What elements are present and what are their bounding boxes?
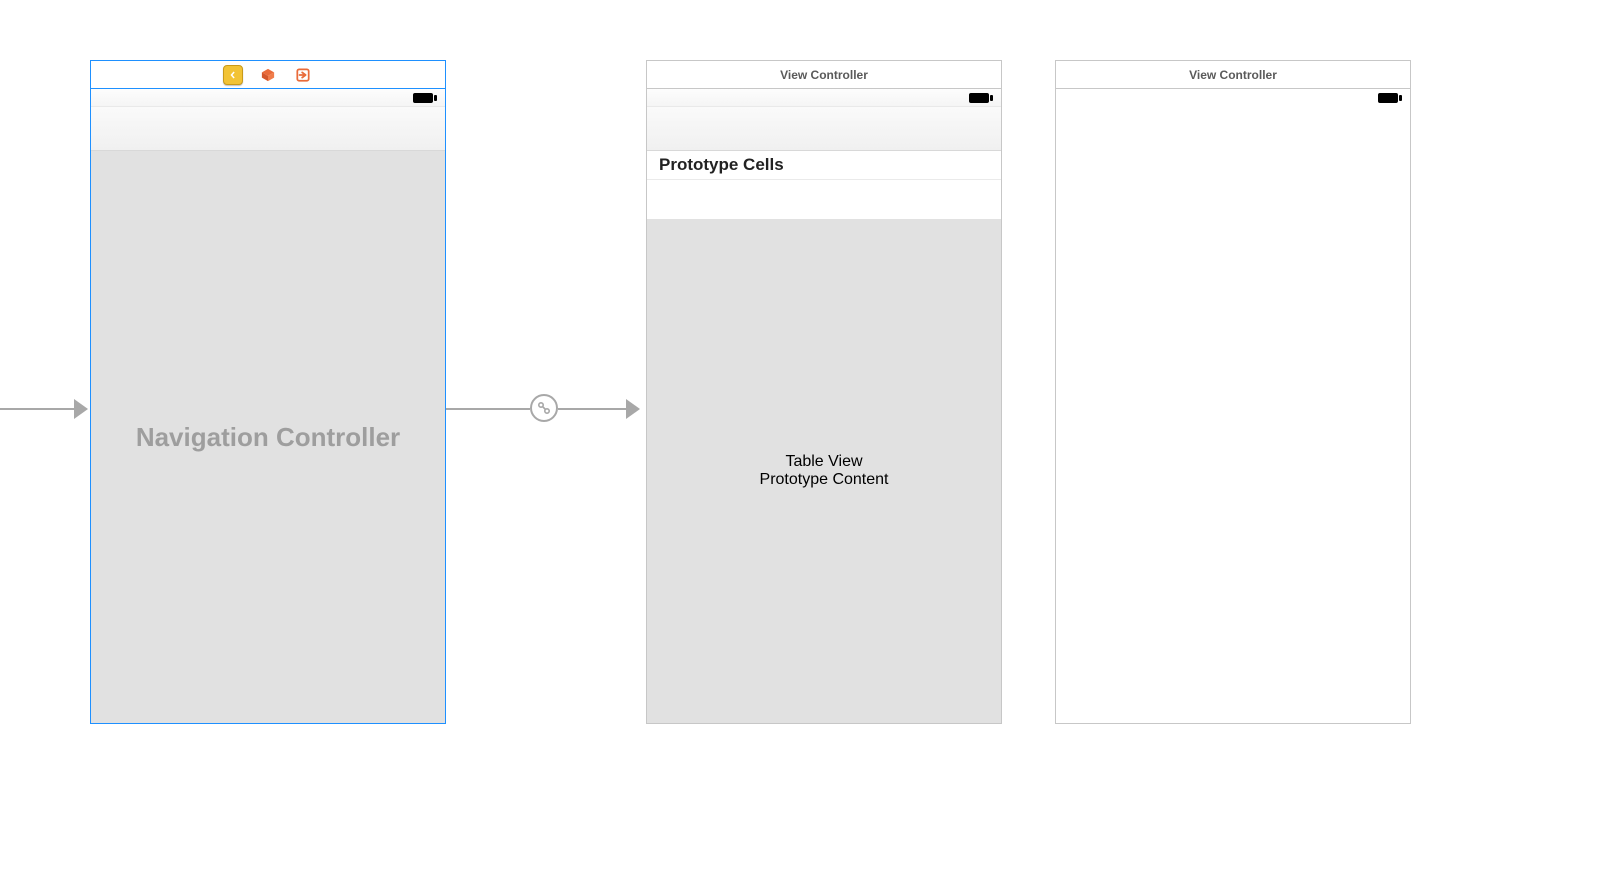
status-bar [1056,89,1410,107]
battery-icon [1378,93,1402,103]
first-responder-cube-icon[interactable] [258,65,278,85]
scene-dock[interactable] [91,61,445,89]
navigation-bar[interactable] [91,107,445,151]
segue-arrow-head [626,399,640,419]
prototype-cells-section[interactable]: Prototype Cells [647,151,1001,220]
navigation-controller-scene[interactable]: Navigation Controller [90,60,446,724]
segue-line [558,408,630,410]
status-bar [91,89,445,107]
shield-chevron-left-icon[interactable] [223,65,243,85]
scene-dock[interactable]: View Controller [1056,61,1410,89]
scene-dock-title: View Controller [780,68,868,82]
placeholder-label: Table View [785,453,862,471]
prototype-cell[interactable] [647,179,1001,219]
root-view[interactable] [1056,107,1410,723]
status-bar [647,89,1001,107]
scene-dock-title: View Controller [1189,68,1277,82]
storyboard-entry-arrow[interactable] [0,408,78,410]
prototype-cells-header: Prototype Cells [647,151,1001,179]
storyboard-entry-arrow-head [74,399,88,419]
table-view-body[interactable]: Table View Prototype Content [647,219,1001,723]
exit-icon[interactable] [293,65,313,85]
segue-relationship-icon[interactable] [530,394,558,422]
navigation-bar[interactable] [647,107,1001,151]
segue-line[interactable] [446,408,530,410]
scene-dock[interactable]: View Controller [647,61,1001,89]
battery-icon [969,93,993,103]
placeholder-sublabel: Prototype Content [760,471,889,489]
battery-icon [413,93,437,103]
scene-body[interactable]: Navigation Controller [91,151,445,723]
table-view-controller-scene[interactable]: View Controller Prototype Cells Table Vi… [646,60,1002,724]
placeholder-label: Navigation Controller [136,422,400,453]
view-controller-scene[interactable]: View Controller [1055,60,1411,724]
